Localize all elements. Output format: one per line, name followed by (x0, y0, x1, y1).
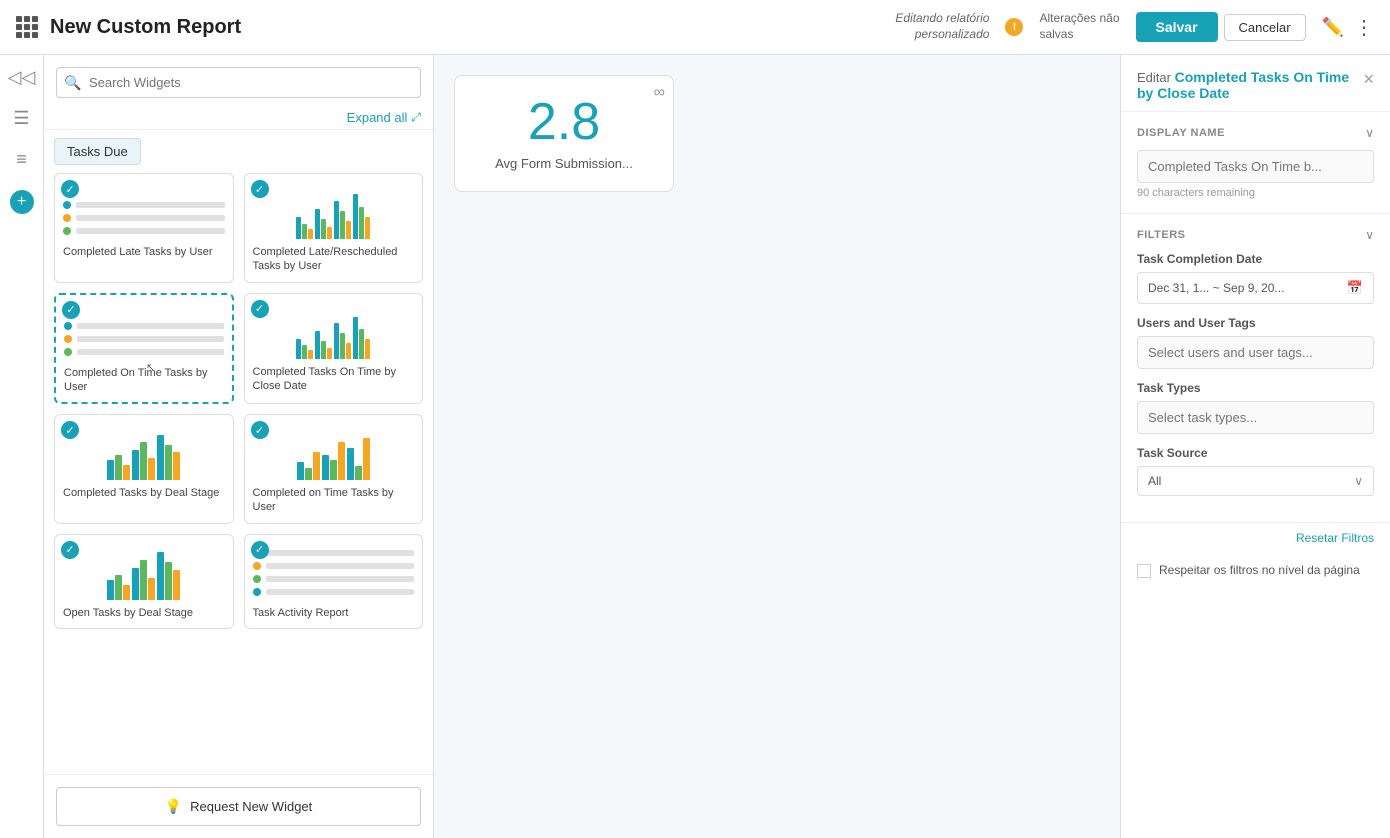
check-icon: ✓ (251, 300, 269, 318)
edit-panel-header: Editar Completed Tasks On Time by Close … (1121, 55, 1390, 112)
widget-card-on-time-close-date[interactable]: ✓ (244, 293, 424, 405)
widget-grid-row3: ✓ (54, 414, 423, 524)
search-icon: 🔍 (64, 74, 81, 91)
add-widget-wrap: 💡 Request New Widget (44, 774, 433, 838)
check-icon: ✓ (61, 541, 79, 559)
more-options-icon[interactable]: ⋮ (1354, 15, 1374, 40)
widget-thumb (253, 425, 415, 480)
filters-chevron: ∨ (1365, 228, 1374, 242)
app-grid-icon[interactable] (16, 16, 38, 38)
widget-thumb (253, 304, 415, 359)
checkbox-row: Respeitar os filtros no nível da página (1121, 553, 1390, 588)
main-layout: ◁◁ ☰ ≡ + 🔍 Expand all ⤢ Tasks Due ✓ (0, 55, 1390, 838)
widget-thumb (253, 545, 415, 600)
canvas-widget-menu-icon[interactable]: ∞ (654, 84, 665, 102)
cursor-indicator: ↖ (146, 361, 155, 374)
header-actions: Salvar Cancelar (1136, 12, 1306, 42)
task-completion-date-filter: Task Completion Date Dec 31, 1... ~ Sep … (1137, 252, 1374, 304)
widget-card-deal-stage[interactable]: ✓ (54, 414, 234, 524)
expand-icon: ⤢ (411, 110, 421, 125)
filters-section-header[interactable]: FILTERS ∨ (1137, 228, 1374, 242)
tasks-due-chip[interactable]: Tasks Due (54, 138, 141, 165)
pencil-icon[interactable]: ✏️ (1322, 17, 1344, 38)
check-icon: ✓ (62, 301, 80, 319)
display-name-section: DISPLAY NAME ∨ 90 characters remaining (1121, 112, 1390, 214)
canvas-metric-label: Avg Form Submission... (495, 156, 633, 171)
check-icon: ✓ (251, 180, 269, 198)
widget-grid-row1: ✓ Completed Late Tasks by User ✓ (54, 173, 423, 283)
widget-label: Open Tasks by Deal Stage (63, 606, 225, 620)
top-header: New Custom Report Editando relatório per… (0, 0, 1390, 55)
widget-panel: 🔍 Expand all ⤢ Tasks Due ✓ (44, 55, 434, 838)
filters-section: FILTERS ∨ Task Completion Date Dec 31, 1… (1121, 214, 1390, 523)
users-tags-input[interactable] (1137, 336, 1374, 369)
widget-card-on-time-user[interactable]: ✓ Completed On Time Tasks by User ↖ (54, 293, 234, 405)
page-level-filters-checkbox[interactable] (1137, 564, 1151, 578)
search-bar: 🔍 (44, 55, 433, 106)
display-name-section-header[interactable]: DISPLAY NAME ∨ (1137, 126, 1374, 140)
widget-label: Task Activity Report (253, 606, 415, 620)
calendar-icon: 📅 (1347, 280, 1363, 296)
widget-list: Tasks Due ✓ Completed Late Tasks by User (44, 130, 433, 774)
widget-thumb (63, 425, 225, 480)
task-types-filter: Task Types (1137, 381, 1374, 434)
expand-all-button[interactable]: Expand all ⤢ (347, 110, 421, 125)
warning-badge: ! (1005, 18, 1023, 36)
task-types-input[interactable] (1137, 401, 1374, 434)
reset-filters-button[interactable]: Resetar Filtros (1137, 531, 1374, 545)
request-new-widget-button[interactable]: 💡 Request New Widget (56, 787, 421, 826)
display-name-chevron: ∨ (1365, 126, 1374, 140)
widget-label: Completed Late Tasks by User (63, 245, 225, 259)
canvas-area: ∞ 2.8 Avg Form Submission... (434, 55, 1120, 838)
nav-add-icon[interactable]: + (10, 190, 34, 214)
users-tags-filter: Users and User Tags (1137, 316, 1374, 369)
widget-label: Completed On Time Tasks by User (64, 366, 224, 395)
widget-thumb (253, 184, 415, 239)
left-nav: ◁◁ ☰ ≡ + (0, 55, 44, 838)
widget-thumb (64, 305, 224, 360)
check-icon: ✓ (251, 421, 269, 439)
widget-label: Completed Tasks On Time by Close Date (253, 365, 415, 394)
nav-filter-icon[interactable]: ≡ (16, 149, 27, 170)
task-source-chevron: ∨ (1354, 474, 1363, 488)
editing-label: Editando relatório personalizado (895, 11, 989, 42)
date-range-input[interactable]: Dec 31, 1... ~ Sep 9, 20... 📅 (1137, 272, 1374, 304)
widget-label: Completed on Time Tasks by User (253, 486, 415, 515)
header-right: Editando relatório personalizado ! Alter… (895, 11, 1374, 42)
save-button[interactable]: Salvar (1136, 12, 1218, 42)
edit-panel-title: Editar Completed Tasks On Time by Close … (1137, 69, 1363, 101)
action-icons: ✏️ ⋮ (1322, 15, 1374, 40)
widget-card-open-tasks[interactable]: ✓ (54, 534, 234, 629)
widget-label: Completed Late/Rescheduled Tasks by User (253, 245, 415, 274)
canvas-widget: ∞ 2.8 Avg Form Submission... (454, 75, 674, 192)
widget-grid-row4: ✓ (54, 534, 423, 629)
display-name-input[interactable] (1137, 150, 1374, 183)
nav-collapse-icon[interactable]: ◁◁ (8, 67, 36, 88)
chars-remaining: 90 characters remaining (1137, 187, 1374, 199)
edit-panel: Editar Completed Tasks On Time by Close … (1120, 55, 1390, 838)
widget-card-completed-late-rescheduled[interactable]: ✓ (244, 173, 424, 283)
unsaved-label: Alterações não salvas (1039, 11, 1119, 42)
search-input[interactable] (56, 67, 421, 98)
cancel-button[interactable]: Cancelar (1224, 14, 1306, 41)
widget-card-completed-late[interactable]: ✓ Completed Late Tasks by User (54, 173, 234, 283)
lightbulb-icon: 💡 (165, 798, 182, 815)
canvas-metric-value: 2.8 (528, 96, 600, 148)
widget-card-on-time-user2[interactable]: ✓ (244, 414, 424, 524)
check-icon: ✓ (251, 541, 269, 559)
widget-thumb (63, 184, 225, 239)
close-edit-panel-button[interactable]: × (1363, 69, 1374, 90)
widget-card-task-activity[interactable]: ✓ Task Activity Report (244, 534, 424, 629)
widget-label: Completed Tasks by Deal Stage (63, 486, 225, 500)
task-source-filter: Task Source All ∨ (1137, 446, 1374, 496)
nav-list-icon[interactable]: ☰ (13, 108, 29, 129)
widget-grid-row2: ✓ Completed On Time Tasks by User ↖ ✓ (54, 293, 423, 405)
expand-all-bar: Expand all ⤢ (44, 106, 433, 130)
widget-thumb (63, 545, 225, 600)
task-source-select[interactable]: All ∨ (1137, 466, 1374, 496)
check-icon: ✓ (61, 180, 79, 198)
page-title: New Custom Report (50, 16, 883, 39)
